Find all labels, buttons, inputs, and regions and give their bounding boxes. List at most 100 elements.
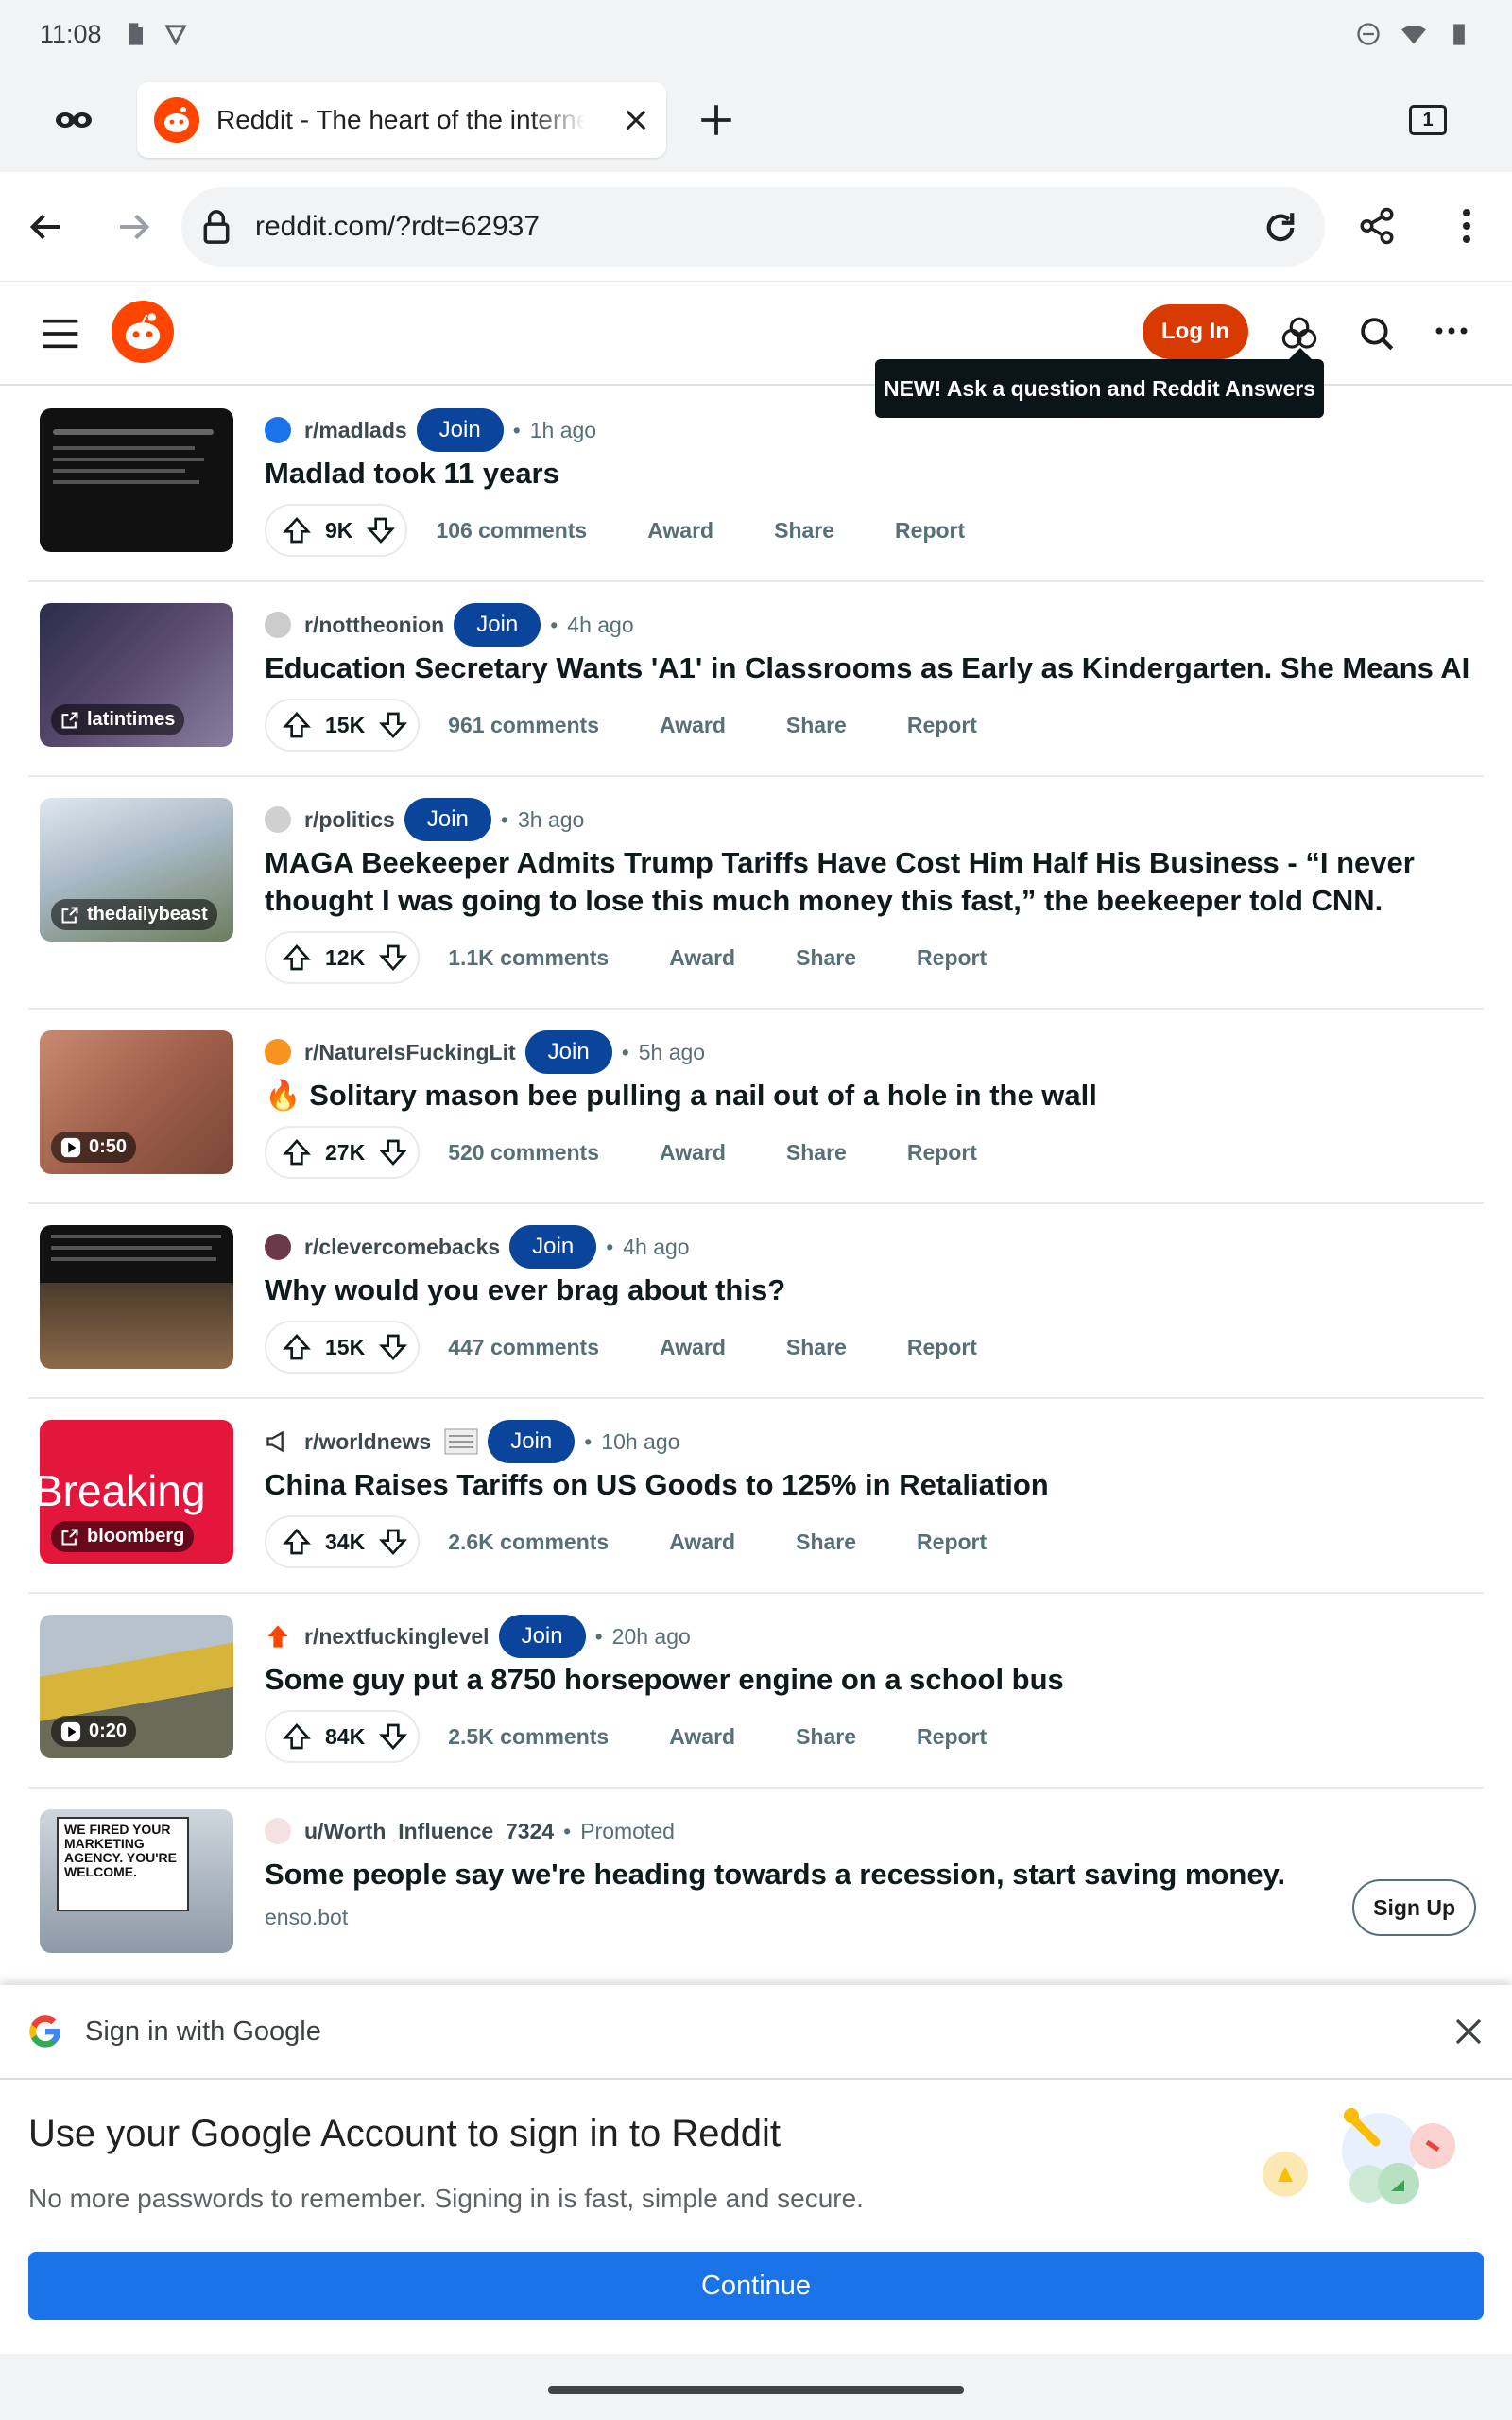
award-button[interactable]: Award: [660, 1335, 726, 1360]
hamburger-menu-icon[interactable]: [42, 318, 79, 350]
downvote-icon[interactable]: [378, 942, 408, 973]
browser-tab[interactable]: Reddit - The heart of the internet: [137, 82, 666, 158]
report-button[interactable]: Report: [917, 1724, 987, 1750]
share-button[interactable]: Share: [774, 518, 834, 544]
report-button[interactable]: Report: [895, 518, 965, 544]
lock-icon[interactable]: [202, 209, 231, 245]
promoted-domain[interactable]: enso.bot: [265, 1905, 1484, 1930]
close-icon[interactable]: [1453, 2016, 1484, 2047]
subreddit-name[interactable]: r/nextfuckinglevel: [304, 1624, 490, 1650]
comments-button[interactable]: 447 comments: [448, 1335, 599, 1360]
back-arrow-icon[interactable]: [25, 208, 66, 246]
search-icon[interactable]: [1357, 314, 1397, 354]
comments-button[interactable]: 520 comments: [448, 1140, 599, 1166]
comments-button[interactable]: 1.1K comments: [448, 945, 609, 971]
award-button[interactable]: Award: [660, 713, 726, 738]
upvote-icon[interactable]: [282, 710, 312, 740]
share-button[interactable]: Share: [786, 1140, 847, 1166]
downvote-icon[interactable]: [366, 515, 396, 545]
upvote-icon[interactable]: [282, 1527, 312, 1557]
post-title[interactable]: Education Secretary Wants 'A1' in Classr…: [265, 649, 1484, 687]
downvote-icon[interactable]: [378, 1527, 408, 1557]
post-card[interactable]: 0:20 r/nextfuckinglevel Join • 20h ago S…: [28, 1594, 1484, 1789]
subreddit-name[interactable]: r/worldnews: [304, 1429, 431, 1455]
subreddit-name[interactable]: r/madlads: [304, 418, 407, 443]
post-title[interactable]: Some people say we're heading towards a …: [265, 1856, 1484, 1893]
post-card[interactable]: latintimes r/nottheonion Join • 4h ago E…: [28, 582, 1484, 777]
post-thumbnail[interactable]: thedailybeast: [40, 798, 233, 942]
post-title[interactable]: MAGA Beekeeper Admits Trump Tariffs Have…: [265, 844, 1484, 920]
upvote-icon[interactable]: [282, 1332, 312, 1362]
post-title[interactable]: Some guy put a 8750 horsepower engine on…: [265, 1661, 1484, 1699]
post-thumbnail[interactable]: latintimes: [40, 603, 233, 747]
award-button[interactable]: Award: [669, 945, 735, 971]
report-button[interactable]: Report: [907, 1140, 977, 1166]
upvote-icon[interactable]: [282, 1137, 312, 1167]
subreddit-name[interactable]: r/nottheonion: [304, 613, 444, 638]
post-thumbnail[interactable]: 0:20: [40, 1615, 233, 1758]
post-card[interactable]: thedailybeast r/politics Join • 3h ago M…: [28, 777, 1484, 1010]
new-tab-icon[interactable]: [696, 100, 736, 140]
share-button[interactable]: Share: [796, 1724, 856, 1750]
join-button[interactable]: Join: [404, 798, 491, 841]
post-thumbnail[interactable]: 0:50: [40, 1030, 233, 1174]
reload-icon[interactable]: [1261, 208, 1300, 248]
subreddit-name[interactable]: r/clevercomebacks: [304, 1235, 500, 1260]
join-button[interactable]: Join: [416, 408, 504, 452]
subreddit-name[interactable]: r/politics: [304, 807, 395, 833]
upvote-icon[interactable]: [282, 1721, 312, 1752]
downvote-icon[interactable]: [378, 1137, 408, 1167]
promoted-user[interactable]: u/Worth_Influence_7324: [304, 1819, 554, 1844]
downvote-icon[interactable]: [378, 710, 408, 740]
post-thumbnail[interactable]: Breaking bloomberg: [40, 1420, 233, 1564]
downvote-icon[interactable]: [378, 1721, 408, 1752]
browser-menu-icon[interactable]: [1452, 206, 1481, 246]
tab-switcher-button[interactable]: 1: [1409, 105, 1447, 135]
forward-arrow-icon[interactable]: [113, 208, 155, 246]
post-title[interactable]: 🔥 Solitary mason bee pulling a nail out …: [265, 1077, 1484, 1115]
omnibox[interactable]: reddit.com/?rdt=62937: [181, 187, 1325, 267]
post-thumbnail[interactable]: [40, 408, 233, 552]
post-thumbnail[interactable]: [40, 1225, 233, 1369]
promoted-post-card[interactable]: WE FIRED YOUR MARKETING AGENCY. YOU'RE W…: [28, 1789, 1484, 1983]
post-title[interactable]: Why would you ever brag about this?: [265, 1271, 1484, 1309]
gesture-handle[interactable]: [548, 2386, 964, 2394]
post-card[interactable]: Breaking bloomberg r/worldnews Join • 10…: [28, 1399, 1484, 1594]
comments-button[interactable]: 2.6K comments: [448, 1530, 609, 1555]
comments-button[interactable]: 106 comments: [436, 518, 587, 544]
join-button[interactable]: Join: [509, 1225, 597, 1269]
report-button[interactable]: Report: [917, 1530, 987, 1555]
continue-button[interactable]: Continue: [28, 2252, 1484, 2320]
report-button[interactable]: Report: [907, 713, 977, 738]
post-card[interactable]: r/clevercomebacks Join • 4h ago Why woul…: [28, 1204, 1484, 1399]
comments-button[interactable]: 961 comments: [448, 713, 599, 738]
report-button[interactable]: Report: [917, 945, 987, 971]
post-thumbnail[interactable]: WE FIRED YOUR MARKETING AGENCY. YOU'RE W…: [40, 1809, 233, 1953]
award-button[interactable]: Award: [660, 1140, 726, 1166]
downvote-icon[interactable]: [378, 1332, 408, 1362]
post-title[interactable]: China Raises Tariffs on US Goods to 125%…: [265, 1466, 1484, 1504]
url-text[interactable]: reddit.com/?rdt=62937: [255, 211, 540, 243]
award-button[interactable]: Award: [669, 1724, 735, 1750]
subreddit-name[interactable]: r/NatureIsFuckingLit: [304, 1040, 516, 1065]
join-button[interactable]: Join: [488, 1420, 576, 1463]
join-button[interactable]: Join: [498, 1615, 586, 1658]
share-button[interactable]: Share: [796, 1530, 856, 1555]
upvote-icon[interactable]: [282, 515, 312, 545]
log-in-button[interactable]: Log In: [1143, 304, 1248, 359]
award-button[interactable]: Award: [647, 518, 713, 544]
share-button[interactable]: Share: [786, 713, 847, 738]
more-options-icon[interactable]: [1435, 325, 1469, 337]
join-button[interactable]: Join: [454, 603, 541, 647]
award-button[interactable]: Award: [669, 1530, 735, 1555]
share-icon[interactable]: [1357, 206, 1397, 246]
comments-button[interactable]: 2.5K comments: [448, 1724, 609, 1750]
upvote-icon[interactable]: [282, 942, 312, 973]
report-button[interactable]: Report: [907, 1335, 977, 1360]
sign-up-button[interactable]: Sign Up: [1352, 1879, 1476, 1936]
share-button[interactable]: Share: [786, 1335, 847, 1360]
post-card[interactable]: 0:50 r/NatureIsFuckingLit Join • 5h ago …: [28, 1010, 1484, 1204]
reddit-logo-icon[interactable]: [112, 301, 174, 363]
share-button[interactable]: Share: [796, 945, 856, 971]
close-tab-icon[interactable]: [623, 107, 649, 133]
